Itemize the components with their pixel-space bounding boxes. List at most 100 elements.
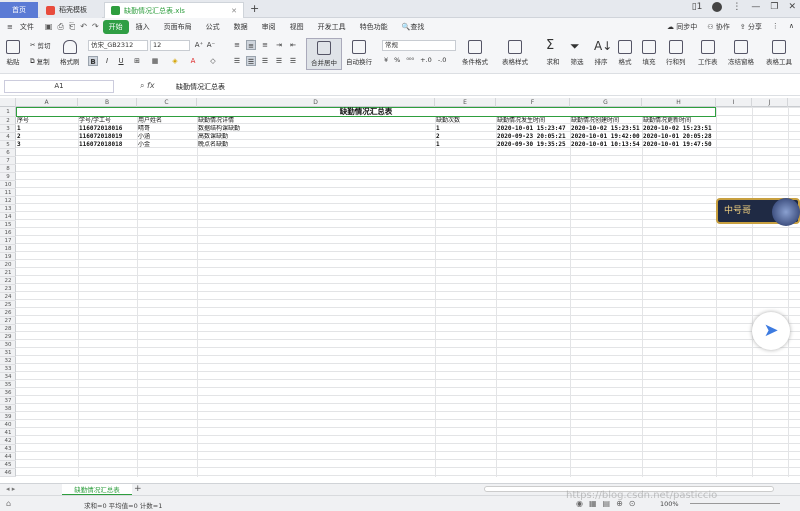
row-header[interactable]: 23 [0, 285, 16, 293]
row-header[interactable]: 1 [0, 107, 16, 117]
table-cell[interactable]: 1 [435, 141, 496, 149]
row-header[interactable]: 13 [0, 205, 16, 213]
font-size-select[interactable]: 12 [150, 40, 190, 51]
row-header[interactable]: 39 [0, 413, 16, 421]
zoom-formula-icon[interactable]: ⌕ fx [140, 81, 155, 91]
menu-start[interactable]: 开始 [102, 20, 129, 34]
decrease-decimal-icon[interactable]: -.0 [438, 56, 447, 64]
menu-dev-tools[interactable]: 开发工具 [311, 22, 353, 32]
underline-button[interactable]: U [116, 56, 126, 66]
column-header[interactable]: I [716, 98, 752, 107]
merge-center-button[interactable]: 合并居中 [306, 38, 342, 70]
row-header[interactable]: 20 [0, 261, 16, 269]
column-header[interactable]: B [78, 98, 137, 107]
row-header[interactable]: 7 [0, 157, 16, 165]
zoom-level[interactable]: 100% [660, 500, 679, 508]
worksheet-button[interactable]: 工作表 [698, 40, 718, 66]
row-header[interactable]: 46 [0, 469, 16, 477]
table-cell[interactable]: 2020-10-01 10:13:54 [570, 141, 642, 149]
row-header[interactable]: 31 [0, 349, 16, 357]
row-header[interactable]: 40 [0, 421, 16, 429]
table-cell[interactable]: 2020-10-01 15:23:47 [496, 125, 570, 133]
floating-game-widget[interactable]: 中号哥 [716, 198, 800, 226]
menu-insert[interactable]: 插入 [129, 22, 157, 32]
header-cell[interactable]: 缺勤次数 [435, 117, 496, 125]
row-header[interactable]: 25 [0, 301, 16, 309]
row-header[interactable]: 18 [0, 245, 16, 253]
clear-icon[interactable]: ◇ [208, 56, 218, 66]
row-header[interactable]: 30 [0, 341, 16, 349]
row-header[interactable]: 10 [0, 181, 16, 189]
column-header[interactable]: J [752, 98, 788, 107]
row-header[interactable]: 37 [0, 397, 16, 405]
percent-icon[interactable]: % [394, 56, 400, 64]
row-header[interactable]: 43 [0, 445, 16, 453]
row-header[interactable]: 8 [0, 165, 16, 173]
increase-decimal-icon[interactable]: +.0 [420, 56, 432, 64]
row-header[interactable]: 11 [0, 189, 16, 197]
header-cell[interactable]: 缺勤情况发生时间 [496, 117, 570, 125]
sum-button[interactable]: Σ 求和 [546, 39, 560, 66]
menu-formula[interactable]: 公式 [199, 22, 227, 32]
header-cell[interactable]: 缺勤情况更新时间 [642, 117, 716, 125]
fill-color-icon[interactable]: ◈ [170, 56, 180, 66]
table-cell[interactable]: 数据结构课缺勤 [197, 125, 435, 133]
shrink-font-icon[interactable]: A⁻ [206, 40, 216, 50]
distribute-icon[interactable]: ☰ [288, 56, 298, 66]
print-preview-icon[interactable]: ⎙ [57, 22, 63, 32]
header-cell[interactable]: 序号 [16, 117, 78, 125]
table-cell[interactable]: 2020-10-01 20:05:28 [642, 133, 716, 141]
bold-button[interactable]: B [88, 56, 98, 66]
table-cell[interactable]: 1 [435, 125, 496, 133]
new-tab-icon[interactable]: + [250, 2, 259, 15]
floating-assistant-bird-icon[interactable]: ➤ [752, 312, 790, 350]
macro-icon[interactable]: ⌂ [6, 499, 11, 508]
column-header[interactable]: C [137, 98, 197, 107]
header-cell[interactable]: 缺勤情况详情 [197, 117, 435, 125]
merge-border-icon[interactable]: ▦ [150, 56, 160, 66]
row-header[interactable]: 15 [0, 221, 16, 229]
tab-template[interactable]: 稻壳模板 [40, 2, 102, 18]
search-button[interactable]: 🔍查找 [395, 22, 432, 32]
format-button[interactable]: 格式 [618, 40, 632, 66]
format-painter-button[interactable]: 格式刷 [60, 40, 80, 66]
row-header[interactable]: 44 [0, 453, 16, 461]
row-header[interactable]: 32 [0, 357, 16, 365]
tab-home[interactable]: 首页 [0, 2, 38, 18]
table-style-button[interactable]: 表格样式 [502, 40, 528, 66]
cut-button[interactable]: ✂ 剪切 [30, 40, 50, 50]
table-cell[interactable]: 2020-09-30 19:35:25 [496, 141, 570, 149]
hamburger-icon[interactable]: ≡ [0, 23, 20, 31]
print-icon[interactable]: ⎗ [69, 22, 75, 32]
row-header[interactable]: 21 [0, 269, 16, 277]
sheet-nav-icons[interactable]: ◂ ▸ [6, 485, 15, 493]
row-header[interactable]: 34 [0, 373, 16, 381]
align-right-icon[interactable]: ☰ [260, 56, 270, 66]
row-header[interactable]: 28 [0, 325, 16, 333]
table-cell[interactable]: 晚点名缺勤 [197, 141, 435, 149]
header-cell[interactable]: 缺勤情况创建时间 [570, 117, 642, 125]
column-header[interactable]: H [642, 98, 716, 107]
menu-view[interactable]: 视图 [283, 22, 311, 32]
row-header[interactable]: 9 [0, 173, 16, 181]
row-header[interactable]: 4 [0, 133, 16, 141]
save-icon[interactable]: ▣ [45, 22, 53, 32]
row-header[interactable]: 42 [0, 437, 16, 445]
justify-icon[interactable]: ☰ [274, 56, 284, 66]
redo-icon[interactable]: ↷ [92, 22, 99, 32]
menu-icon[interactable]: ⋮ [732, 2, 741, 12]
menu-file[interactable]: 文件 [20, 22, 41, 32]
row-header[interactable]: 26 [0, 309, 16, 317]
menu-page-layout[interactable]: 页面布局 [157, 22, 199, 32]
italic-button[interactable]: I [102, 56, 112, 66]
column-header[interactable]: E [435, 98, 496, 107]
column-header[interactable]: F [496, 98, 570, 107]
table-cell[interactable]: 3 [16, 141, 78, 149]
table-tools-button[interactable]: 表格工具 [766, 40, 792, 66]
outdent-icon[interactable]: ⇤ [288, 40, 298, 50]
paste-button[interactable]: 粘贴 [6, 40, 20, 66]
row-header[interactable]: 29 [0, 333, 16, 341]
header-cell[interactable]: 学号/学工号 [78, 117, 137, 125]
filter-button[interactable]: ⏷ 筛选 [570, 40, 584, 66]
row-header[interactable]: 27 [0, 317, 16, 325]
